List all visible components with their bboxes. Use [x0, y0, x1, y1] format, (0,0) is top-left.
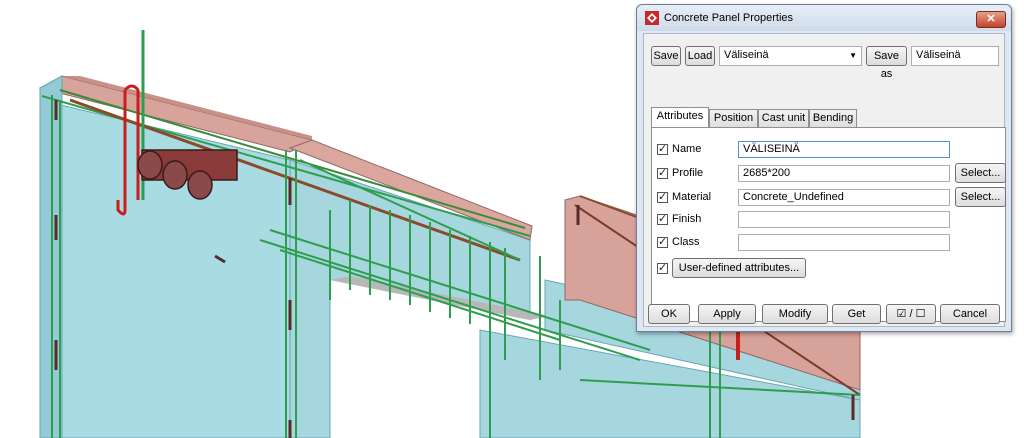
profile-checkbox[interactable]: ✓: [657, 167, 668, 179]
material-checkbox[interactable]: ✓: [657, 191, 668, 203]
material-field[interactable]: Concrete_Undefined: [738, 189, 950, 206]
dialog-body: Save Load Väliseinä ▼ Save as Väliseinä …: [643, 33, 1006, 327]
save-as-input[interactable]: Väliseinä: [911, 46, 999, 66]
toggle-all-checkboxes-button[interactable]: ☑ / ☐: [886, 304, 936, 324]
name-field[interactable]: VÄLISEINÄ: [738, 141, 950, 158]
material-label: Material: [672, 191, 712, 203]
close-button[interactable]: ✕: [976, 11, 1006, 28]
check-icon: ✓: [658, 262, 668, 274]
user-defined-attributes-button[interactable]: User-defined attributes...: [672, 258, 806, 278]
profile-label: Profile: [672, 167, 704, 179]
get-button[interactable]: Get: [832, 304, 881, 324]
name-checkbox[interactable]: ✓: [657, 143, 668, 155]
check-icon: ✓: [658, 213, 668, 225]
check-icon: ✓: [658, 236, 668, 248]
attributes-tab-panel: ✓ Name VÄLISEINÄ ✓ Profile 2685*200 Sele…: [651, 127, 1006, 322]
modify-button[interactable]: Modify: [762, 304, 828, 324]
finish-checkbox[interactable]: ✓: [657, 213, 668, 225]
app-icon: [645, 11, 659, 25]
dialog-titlebar[interactable]: Concrete Panel Properties ✕: [637, 5, 1011, 31]
dialog-title: Concrete Panel Properties: [664, 12, 794, 24]
tab-attributes[interactable]: Attributes: [651, 107, 709, 128]
tab-bending[interactable]: Bending: [809, 109, 857, 127]
check-icon: ✓: [658, 167, 668, 179]
material-select-button[interactable]: Select...: [955, 187, 1006, 207]
tab-cast-unit[interactable]: Cast unit: [758, 109, 809, 127]
name-label: Name: [672, 143, 702, 155]
finish-label: Finish: [672, 213, 702, 225]
preset-value: Väliseinä: [724, 49, 769, 61]
check-icon: ✓: [658, 191, 668, 203]
tab-position[interactable]: Position: [709, 109, 758, 127]
class-checkbox[interactable]: ✓: [657, 236, 668, 248]
ok-button[interactable]: OK: [648, 304, 690, 324]
profile-select-button[interactable]: Select...: [955, 163, 1006, 183]
save-as-button[interactable]: Save as: [866, 46, 907, 80]
class-label: Class: [672, 236, 700, 248]
apply-button[interactable]: Apply: [698, 304, 756, 324]
class-field[interactable]: [738, 234, 950, 251]
save-button[interactable]: Save: [651, 46, 681, 66]
profile-field[interactable]: 2685*200: [738, 165, 950, 182]
concrete-panel-properties-dialog: Concrete Panel Properties ✕ Save Load Vä…: [636, 4, 1012, 332]
check-icon: ✓: [658, 143, 668, 155]
load-button[interactable]: Load: [685, 46, 715, 66]
preset-combo[interactable]: Väliseinä ▼: [719, 46, 862, 66]
finish-field[interactable]: [738, 211, 950, 228]
chevron-down-icon: ▼: [849, 51, 857, 60]
uda-checkbox[interactable]: ✓: [657, 262, 668, 274]
cancel-button[interactable]: Cancel: [940, 304, 1000, 324]
